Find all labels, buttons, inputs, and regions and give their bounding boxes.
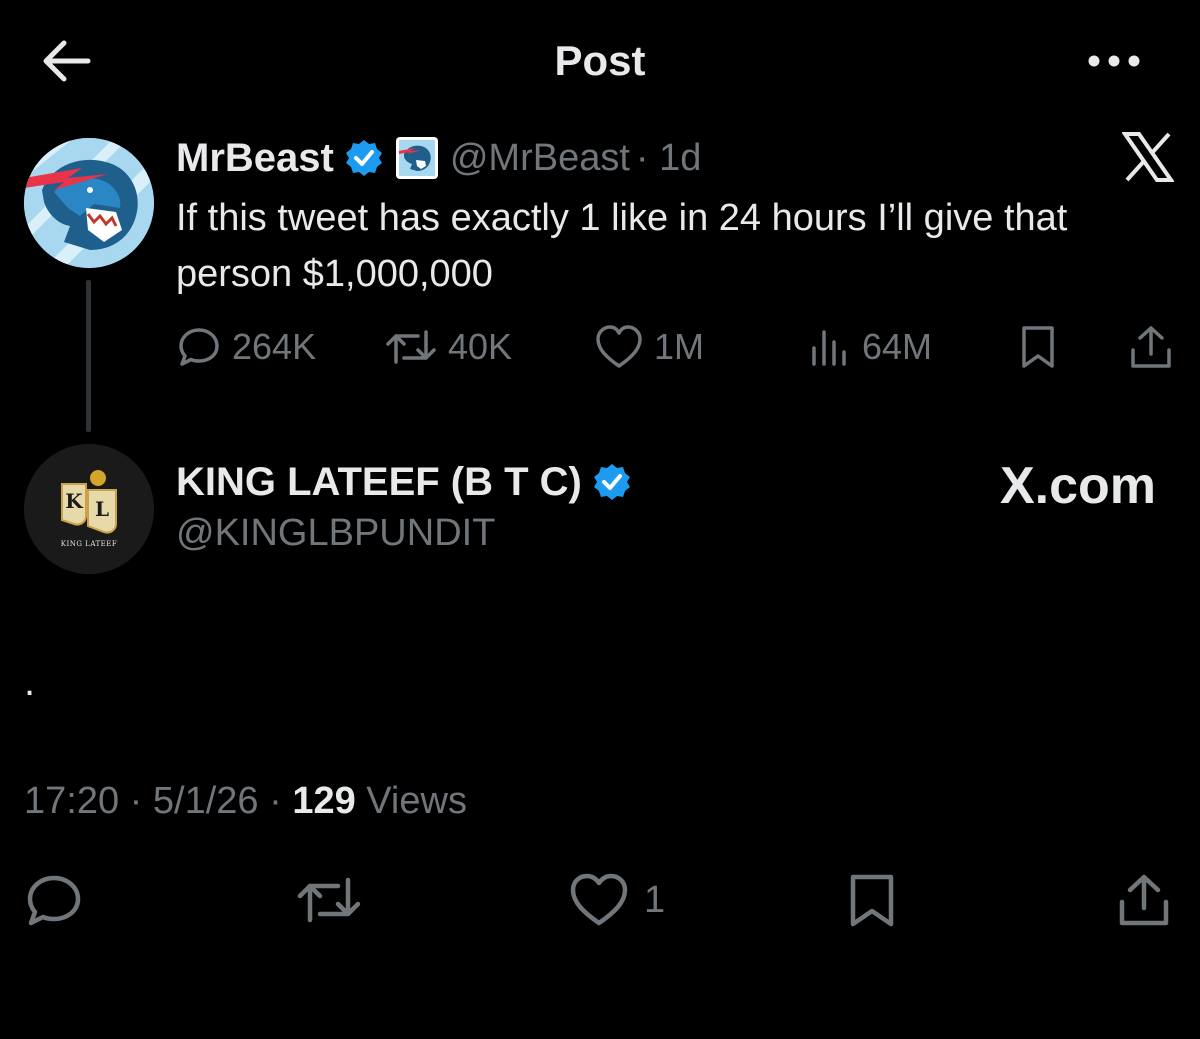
thread-line	[86, 280, 91, 432]
post-time: 17:20	[24, 780, 120, 822]
meta-separator: ·	[258, 780, 293, 822]
more-button[interactable]	[1084, 44, 1144, 78]
more-dots-icon	[1088, 55, 1140, 67]
reply-tweet-text: .	[24, 660, 36, 704]
views-bar-icon	[812, 330, 846, 366]
bookmark-icon	[1022, 326, 1054, 368]
quoted-like-count: 1M	[654, 326, 705, 367]
affiliate-badge[interactable]	[395, 137, 438, 179]
meta-separator: ·	[119, 780, 153, 822]
share-icon	[1119, 874, 1169, 926]
quoted-view-count: 64M	[862, 326, 933, 367]
post-actions: 1	[0, 868, 1200, 932]
avatar-mrbeast[interactable]	[24, 138, 154, 268]
verified-badge-icon	[345, 140, 382, 176]
repost-icon	[386, 330, 436, 364]
reply-button[interactable]	[24, 868, 98, 932]
king-lateef-logo-icon: K L KING LATEEF	[24, 444, 154, 574]
post-date: 5/1/26	[152, 780, 259, 822]
monogram-k: K	[65, 489, 83, 513]
bookmark-icon	[850, 874, 894, 927]
panther-logo-icon	[24, 138, 154, 268]
quoted-bookmark-button[interactable]	[1016, 322, 1070, 372]
reply-author-row: KING LATEEF (B T C)	[176, 456, 632, 508]
verified-badge-icon	[593, 464, 630, 500]
view-count: 129	[292, 780, 356, 822]
quoted-repost-count: 40K	[448, 326, 513, 367]
quoted-repost-button[interactable]: 40K	[384, 322, 512, 372]
quoted-timestamp: · 1d	[635, 136, 702, 179]
quoted-share-button[interactable]	[1128, 322, 1184, 372]
like-button[interactable]: 1	[568, 868, 665, 932]
quoted-reply-button[interactable]: 264K	[176, 322, 316, 372]
avatar-caption: KING LATEEF	[61, 540, 118, 548]
heart-icon	[570, 873, 628, 926]
avatar-king-lateef[interactable]: K L KING LATEEF	[24, 444, 154, 574]
like-count: 1	[644, 878, 666, 921]
page-title: Post	[554, 37, 646, 84]
reply-icon	[27, 875, 81, 926]
panther-mini-icon	[398, 140, 435, 176]
quoted-actions: 264K 40K 1M 64M	[176, 322, 1176, 372]
quoted-author-handle[interactable]: @MrBeast	[450, 137, 630, 180]
quoted-like-button[interactable]: 1M	[594, 322, 704, 372]
views-label: Views	[355, 780, 467, 822]
reply-author-handle[interactable]: @KINGLBPUNDIT	[176, 512, 495, 555]
quoted-reply-count: 264K	[232, 326, 317, 367]
share-button[interactable]	[1116, 868, 1186, 932]
repost-icon	[297, 877, 361, 923]
share-icon	[1131, 326, 1171, 368]
quoted-views-button[interactable]: 64M	[808, 322, 932, 372]
bookmark-button[interactable]	[844, 868, 914, 932]
reply-icon	[179, 328, 219, 366]
quoted-tweet-text: If this tweet has exactly 1 like in 24 h…	[176, 197, 1068, 295]
reply-author-name[interactable]: KING LATEEF (B T C)	[176, 460, 582, 505]
quoted-author-name[interactable]: MrBeast	[176, 136, 334, 181]
x-logo-icon	[1122, 132, 1174, 182]
heart-icon	[596, 325, 642, 368]
monogram-l: L	[95, 497, 109, 521]
x-logo	[1122, 132, 1174, 182]
xcom-watermark: X.com	[999, 457, 1156, 515]
repost-button[interactable]	[296, 868, 376, 932]
post-meta: 17:20 · 5/1/26 · 129 Views	[24, 780, 467, 823]
quoted-author-row: MrBeast @MrBeast · 1d	[176, 132, 701, 184]
